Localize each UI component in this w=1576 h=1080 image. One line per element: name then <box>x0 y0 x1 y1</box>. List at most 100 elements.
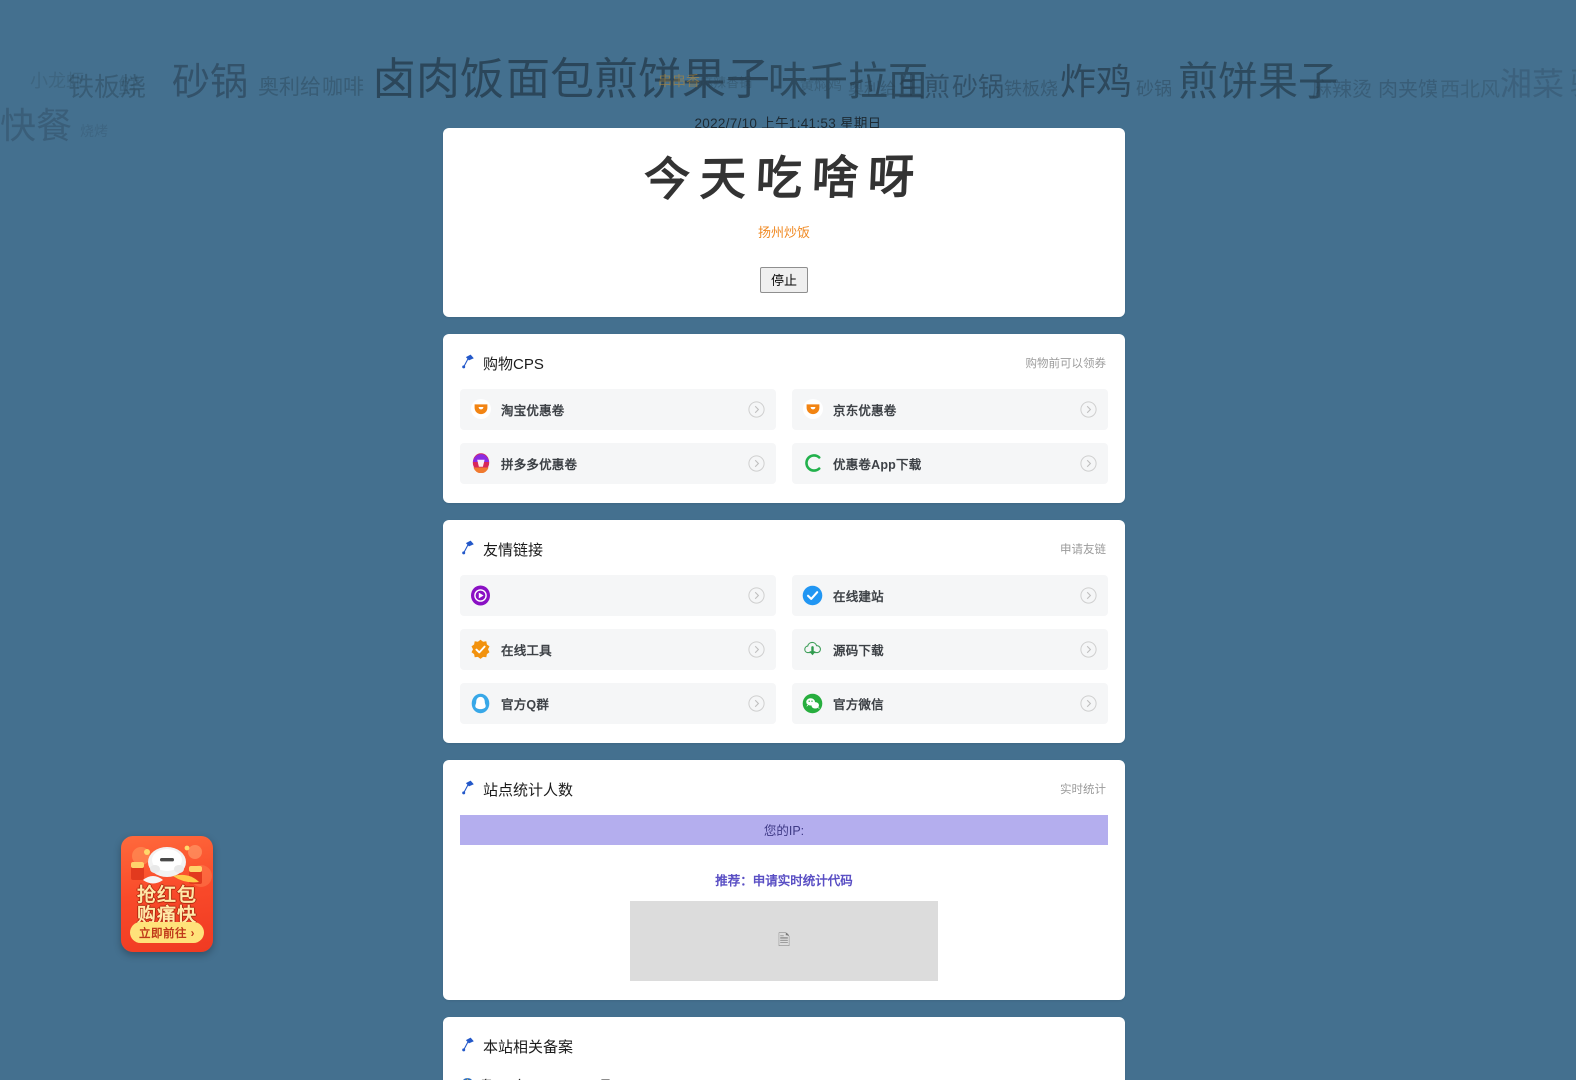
check-circle-icon <box>802 585 823 606</box>
link-taobao-coupon[interactable]: 淘宝优惠卷 <box>460 389 776 430</box>
redpacket-headline: 抢红包 购痛快 <box>121 886 213 926</box>
wordcloud-word: 小龙虾 <box>30 72 84 90</box>
link-official-wechat[interactable]: 官方微信 <box>792 683 1108 724</box>
beian-title-group: 本站相关备案 <box>462 1036 573 1057</box>
wordcloud-word: 面包 <box>506 58 594 102</box>
chevron-right-icon <box>748 587 765 604</box>
beian-record-text: 粤ICP备2021176129号 <box>480 1075 612 1080</box>
link-pdd-coupon[interactable]: 拼多多优惠卷 <box>460 443 776 484</box>
coupon-app-icon <box>802 453 823 474</box>
chevron-right-icon <box>1080 695 1097 712</box>
wordcloud-word: 奥利给 <box>258 77 321 98</box>
friend-links-header: 友情链接 申请友链 <box>460 537 1108 560</box>
pdd-icon <box>470 453 491 474</box>
friend-links-card: 友情链接 申请友链 <box>443 520 1125 743</box>
link-jd-coupon[interactable]: 京东优惠卷 <box>792 389 1108 430</box>
wordcloud-word: 咖啡 <box>322 77 364 98</box>
link-label: 京东优惠卷 <box>833 400 1080 419</box>
jd-icon <box>802 399 823 420</box>
link-label: 源码下载 <box>833 640 1080 659</box>
cloud-download-icon <box>802 639 823 660</box>
site-stats-title: 站点统计人数 <box>483 779 573 800</box>
link-coupon-app-download[interactable]: 优惠卷App下载 <box>792 443 1108 484</box>
pin-icon <box>462 780 475 799</box>
play-circle-icon <box>470 585 491 606</box>
broken-image-icon: 🗎 <box>778 933 790 948</box>
chevron-right-icon <box>1080 641 1097 658</box>
page-column: 今天吃啥呀 扬州炒饭 停止 购物CPS 购物前可以领券 <box>443 128 1125 1080</box>
site-stats-card: 站点统计人数 实时统计 您的IP: 推荐：申请实时统计代码 🗎 <box>443 760 1125 1000</box>
beian-title: 本站相关备案 <box>483 1036 573 1057</box>
chevron-right-icon <box>748 401 765 418</box>
wordcloud-word: 奥利给 <box>848 82 896 98</box>
chevron-right-icon <box>1080 587 1097 604</box>
pin-icon <box>462 1037 475 1056</box>
wordcloud-word: 煎饼果子 <box>1178 62 1338 102</box>
friend-links-grid: 在线建站 在线工具 <box>460 575 1108 724</box>
badge-check-icon <box>470 639 491 660</box>
realtime-stats-link[interactable]: 实时统计 <box>1060 781 1106 797</box>
beian-header: 本站相关备案 <box>460 1034 1108 1057</box>
link-label: 淘宝优惠卷 <box>501 400 748 419</box>
shopping-cps-header: 购物CPS 购物前可以领券 <box>460 351 1108 374</box>
beian-card: 本站相关备案 粤ICP备2021176129号 <box>443 1017 1125 1080</box>
wordcloud-word: 铁板烧 <box>1004 80 1058 98</box>
chevron-right-icon <box>1080 401 1097 418</box>
chevron-right-icon <box>1080 455 1097 472</box>
beian-record-link[interactable]: 粤ICP备2021176129号 <box>460 1075 1108 1080</box>
wordcloud-word: 麻辣烫 <box>1312 80 1372 100</box>
stats-image-placeholder: 🗎 <box>630 901 938 981</box>
police-badge-icon <box>460 1075 475 1080</box>
wordcloud-word: 卤肉饭 <box>372 58 504 102</box>
link-label: 拼多多优惠卷 <box>501 454 748 473</box>
link-official-qq-group[interactable]: 官方Q群 <box>460 683 776 724</box>
shopping-cps-grid: 淘宝优惠卷 <box>460 389 1108 484</box>
recommend-stats-code-link[interactable]: 推荐：申请实时统计代码 <box>460 870 1108 889</box>
link-label: 官方Q群 <box>501 694 748 713</box>
friend-links-title-group: 友情链接 <box>462 539 543 560</box>
wordcloud-word: 砂锅 <box>952 74 1004 100</box>
wordcloud-word: 黄焖鸡 <box>800 78 842 92</box>
taobao-icon <box>470 399 491 420</box>
link-label: 优惠卷App下载 <box>833 454 1080 473</box>
wordcloud-word: 煎饼果子 <box>594 58 770 102</box>
wechat-icon <box>802 693 823 714</box>
apply-friend-link[interactable]: 申请友链 <box>1060 541 1106 557</box>
chevron-right-icon <box>748 641 765 658</box>
wordcloud-word: 驴肉火烧 <box>1570 70 1576 100</box>
pin-icon <box>462 354 475 373</box>
pin-icon <box>462 540 475 559</box>
link-video-site[interactable] <box>460 575 776 616</box>
link-online-tools[interactable]: 在线工具 <box>460 629 776 670</box>
stop-button[interactable]: 停止 <box>760 267 808 293</box>
shopping-cps-card: 购物CPS 购物前可以领券 淘宝优惠卷 <box>443 334 1125 503</box>
qq-icon <box>470 693 491 714</box>
wordcloud-word: 砂锅 <box>1136 80 1172 98</box>
link-label: 在线工具 <box>501 640 748 659</box>
random-dish-result: 扬州炒饭 <box>443 222 1125 241</box>
redpacket-line1: 抢红包 <box>121 886 213 906</box>
wordcloud-word: 砂锅 <box>172 64 248 102</box>
hero-button-wrap: 停止 <box>443 267 1125 293</box>
site-stats-header: 站点统计人数 实时统计 <box>460 777 1108 800</box>
wordcloud-word: 肉夹馍 <box>1378 80 1438 100</box>
link-source-download[interactable]: 源码下载 <box>792 629 1108 670</box>
chevron-right-icon <box>748 455 765 472</box>
shopping-cps-title: 购物CPS <box>483 353 544 374</box>
shopping-cps-title-group: 购物CPS <box>462 353 544 374</box>
wordcloud-word: 炸鸡 <box>1060 64 1132 100</box>
shopping-cps-section: 购物CPS 购物前可以领券 淘宝优惠卷 <box>443 334 1125 503</box>
wordcloud-word: 串串香 <box>658 74 700 88</box>
shopping-cps-more-link[interactable]: 购物前可以领券 <box>1026 355 1107 371</box>
beian-section: 本站相关备案 粤ICP备2021176129号 <box>443 1017 1125 1080</box>
chevron-right-icon <box>748 695 765 712</box>
link-online-site-builder[interactable]: 在线建站 <box>792 575 1108 616</box>
wordcloud-word: 湘菜 <box>1500 68 1564 100</box>
site-logo: 今天吃啥呀 <box>442 146 1127 211</box>
redpacket-cta-button[interactable]: 立即前往 › <box>130 922 204 943</box>
wordcloud-word: 麻辣香锅 <box>700 76 752 89</box>
site-stats-title-group: 站点统计人数 <box>462 779 573 800</box>
wordcloud-word: 鲜 <box>118 76 140 98</box>
redpacket-floating-ad[interactable]: 抢红包 购痛快 立即前往 › <box>121 836 213 952</box>
friend-links-title: 友情链接 <box>483 539 543 560</box>
